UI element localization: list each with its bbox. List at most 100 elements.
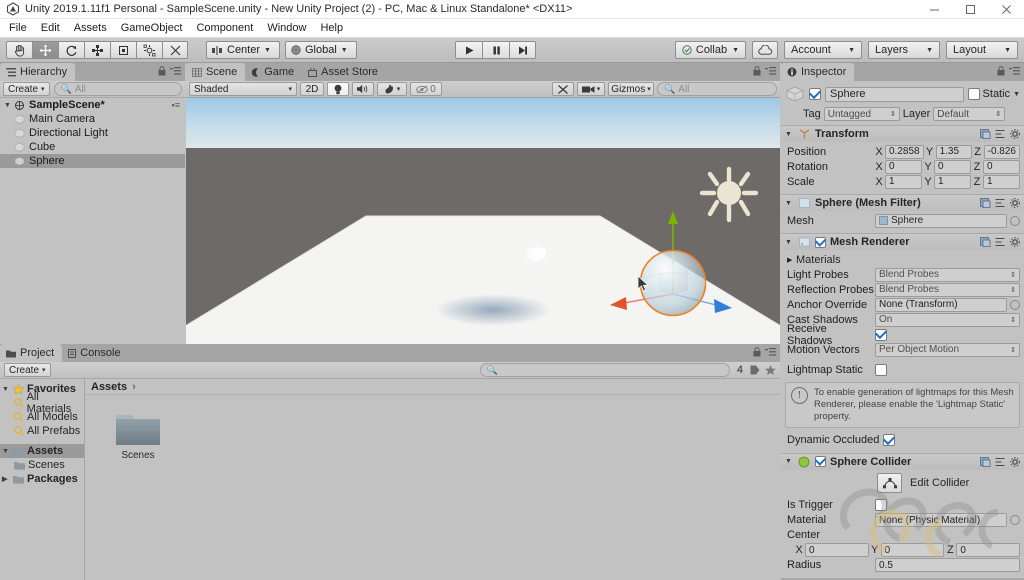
- minimize-icon[interactable]: [916, 0, 952, 19]
- tab-inspector[interactable]: Inspector: [781, 63, 855, 81]
- dynamic-occluded-checkbox[interactable]: [883, 434, 895, 447]
- pivot-mode-button[interactable]: Center ▼: [206, 41, 280, 59]
- hierarchy-search-input[interactable]: 🔍 All: [53, 82, 182, 96]
- project-search-input[interactable]: 🔍: [479, 363, 730, 377]
- panel-menu-icon[interactable]: [170, 66, 181, 76]
- lock-icon[interactable]: [753, 66, 761, 76]
- collab-button[interactable]: Collab ▼: [674, 41, 746, 59]
- gear-icon[interactable]: [1010, 237, 1020, 247]
- chevron-down-icon[interactable]: ▼: [785, 458, 794, 465]
- static-toggle[interactable]: Static ▼: [967, 88, 1020, 100]
- project-filter-count[interactable]: 4: [735, 364, 745, 376]
- scale-y-field[interactable]: 1: [934, 174, 971, 189]
- scene-visibility-toggle[interactable]: 0: [410, 82, 442, 96]
- close-icon[interactable]: [988, 0, 1024, 19]
- layers-button[interactable]: Layers ▼: [868, 41, 940, 59]
- 2d-toggle-button[interactable]: 2D: [300, 82, 324, 96]
- tab-asset-store[interactable]: Asset Store: [302, 63, 386, 81]
- component-transform-header[interactable]: ▼ Transform: [781, 126, 1024, 142]
- mesh-renderer-enabled-checkbox[interactable]: [815, 236, 826, 248]
- scene-camera-dropdown[interactable]: ▾: [577, 82, 605, 96]
- preset-icon[interactable]: [980, 456, 991, 467]
- panel-menu-icon[interactable]: [765, 66, 776, 76]
- object-name-field[interactable]: Sphere: [825, 86, 964, 102]
- chevron-down-icon[interactable]: ▼: [785, 131, 794, 138]
- project-create-button[interactable]: Create ▾: [4, 363, 51, 377]
- cloud-button[interactable]: [752, 41, 778, 59]
- scene-audio-toggle[interactable]: [352, 82, 374, 96]
- hierarchy-item-sphere[interactable]: Sphere: [0, 154, 185, 168]
- chevron-down-icon[interactable]: ▼: [785, 200, 794, 207]
- rotate-tool-button[interactable]: [58, 41, 84, 59]
- favorite-star-icon[interactable]: [765, 365, 776, 375]
- tab-scene[interactable]: Scene: [186, 63, 246, 81]
- static-checkbox[interactable]: [967, 88, 980, 100]
- panel-menu-icon[interactable]: [765, 347, 776, 357]
- menu-assets[interactable]: Assets: [67, 20, 114, 36]
- chevron-down-icon[interactable]: ▼: [2, 448, 10, 455]
- anchor-override-picker-button[interactable]: [1010, 299, 1020, 310]
- tab-game[interactable]: Game: [245, 63, 302, 81]
- rotation-x-field[interactable]: 0: [885, 159, 922, 174]
- radius-field[interactable]: 0.5: [875, 558, 1020, 573]
- layout-button[interactable]: Layout ▼: [946, 41, 1018, 59]
- maximize-icon[interactable]: [952, 0, 988, 19]
- hierarchy-scene-row[interactable]: ▼ SampleScene* ▪≡: [0, 98, 185, 112]
- scene-tools-button[interactable]: [552, 82, 574, 96]
- gear-icon[interactable]: [1010, 198, 1020, 208]
- rect-tool-button[interactable]: [110, 41, 136, 59]
- project-favorite-all-materials[interactable]: All Materials: [0, 391, 84, 415]
- step-button[interactable]: [509, 41, 536, 59]
- position-z-field[interactable]: -0.826: [983, 144, 1020, 159]
- rotation-y-field[interactable]: 0: [934, 159, 971, 174]
- component-mesh-renderer-header[interactable]: ▼ Mesh Renderer: [781, 234, 1024, 250]
- sphere-collider-enabled-checkbox[interactable]: [815, 456, 826, 468]
- hand-tool-button[interactable]: [6, 41, 32, 59]
- layer-dropdown[interactable]: Default ⇕: [933, 107, 1006, 121]
- gear-icon[interactable]: [1010, 129, 1020, 139]
- physic-material-picker-button[interactable]: [1010, 515, 1020, 526]
- rotation-z-field[interactable]: 0: [983, 159, 1020, 174]
- asset-item-scenes[interactable]: Scenes: [107, 409, 169, 461]
- center-y-field[interactable]: 0: [880, 543, 945, 558]
- tab-hierarchy[interactable]: Hierarchy: [0, 63, 76, 81]
- project-favorite-all-models[interactable]: All Models: [0, 410, 84, 424]
- lock-icon[interactable]: [753, 347, 761, 357]
- hierarchy-item-directional-light[interactable]: Directional Light: [0, 126, 185, 140]
- scene-context-menu-icon[interactable]: ▪≡: [172, 100, 180, 110]
- light-probes-dropdown[interactable]: Blend Probes ⇕: [875, 267, 1020, 282]
- scene-search-input[interactable]: 🔍 All: [657, 82, 777, 96]
- scale-z-field[interactable]: 1: [983, 174, 1020, 189]
- component-menu-icon[interactable]: [995, 129, 1006, 139]
- scale-tool-button[interactable]: [84, 41, 110, 59]
- space-mode-button[interactable]: Global ▼: [284, 41, 357, 59]
- move-tool-button[interactable]: [32, 41, 58, 59]
- project-favorite-all-prefabs[interactable]: All Prefabs: [0, 424, 84, 438]
- tab-project[interactable]: Project: [0, 344, 63, 362]
- pause-button[interactable]: [482, 41, 509, 59]
- hierarchy-item-main-camera[interactable]: Main Camera: [0, 112, 185, 126]
- transform-tool-button[interactable]: [136, 41, 162, 59]
- chevron-down-icon[interactable]: ▼: [1013, 91, 1020, 98]
- preset-icon[interactable]: [980, 198, 991, 208]
- receive-shadows-checkbox[interactable]: [875, 328, 887, 341]
- chevron-down-icon[interactable]: ▼: [4, 102, 14, 109]
- project-tree-packages[interactable]: ▶ Packages: [0, 472, 84, 486]
- lightmap-static-checkbox[interactable]: [875, 363, 887, 376]
- label-tag-icon[interactable]: [750, 365, 760, 375]
- panel-menu-icon[interactable]: [1009, 66, 1020, 76]
- position-x-field[interactable]: 0.2858: [885, 144, 924, 159]
- object-enabled-checkbox[interactable]: [809, 88, 821, 100]
- component-menu-icon[interactable]: [995, 237, 1006, 247]
- play-button[interactable]: [455, 41, 482, 59]
- scene-fx-dropdown[interactable]: ▾: [377, 82, 407, 96]
- project-tree-assets[interactable]: ▼ Assets: [0, 444, 84, 458]
- edit-collider-button[interactable]: [877, 472, 902, 493]
- hierarchy-create-button[interactable]: Create ▾: [3, 82, 50, 96]
- preset-icon[interactable]: [980, 237, 991, 247]
- menu-component[interactable]: Component: [189, 20, 260, 36]
- component-menu-icon[interactable]: [995, 457, 1006, 467]
- gear-icon[interactable]: [1010, 456, 1020, 467]
- custom-tool-button[interactable]: [162, 41, 188, 59]
- menu-file[interactable]: File: [2, 20, 34, 36]
